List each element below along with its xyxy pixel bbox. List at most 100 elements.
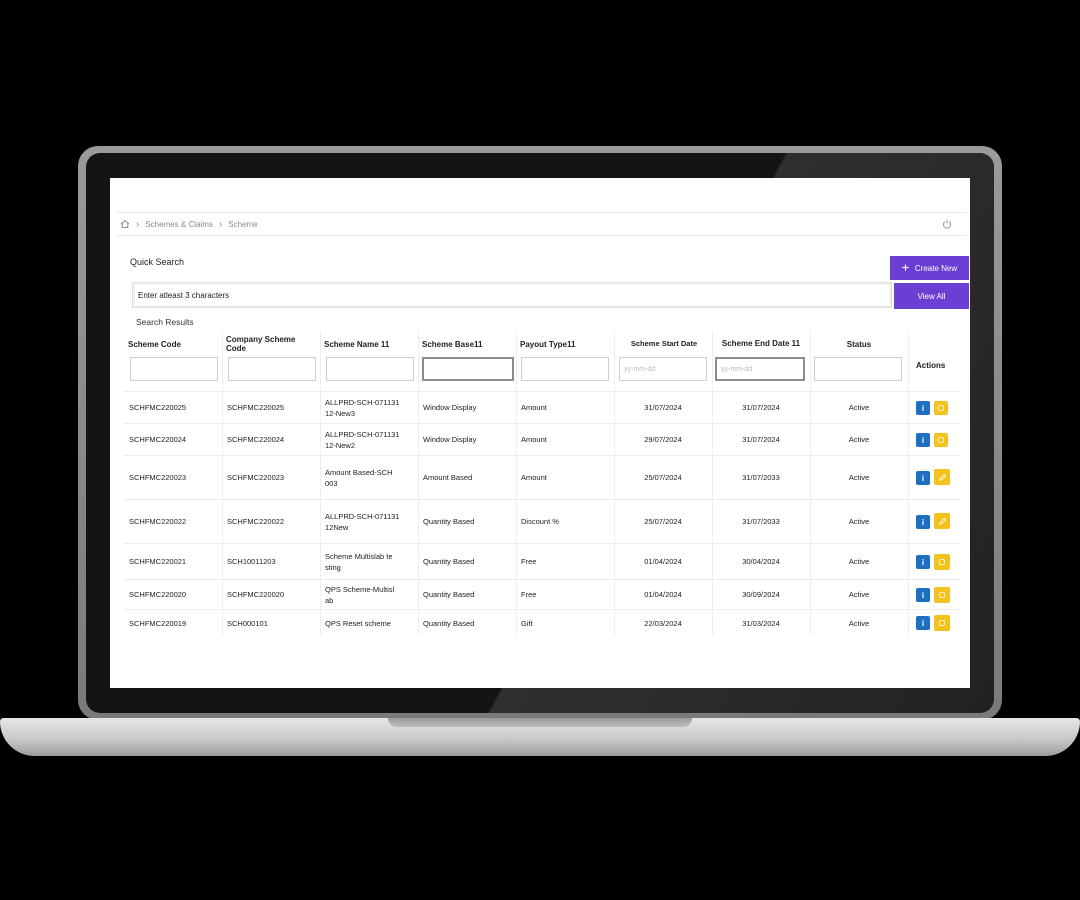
edit-icon[interactable] xyxy=(934,587,950,603)
filter-start-date-input[interactable] xyxy=(619,357,707,381)
filter-payout-type-input[interactable] xyxy=(521,357,609,381)
cell-scheme-name: Scheme Multislab te sting xyxy=(325,551,393,572)
table-row: SCHFMC220023 SCHFMC220023 Amount Based-S… xyxy=(124,455,960,499)
table-row: SCHFMC220025 SCHFMC220025 ALLPRD-SCH-071… xyxy=(124,391,960,423)
filter-scheme-code-input[interactable] xyxy=(130,357,218,381)
chevron-right-icon: › xyxy=(136,218,140,230)
laptop-notch xyxy=(388,718,692,727)
cell-company-scheme-code: SCHFMC220024 xyxy=(227,435,285,444)
table-row: SCHFMC220020 SCHFMC220020 QPS Scheme-Mul… xyxy=(124,579,960,609)
table-row: SCHFMC220019 SCH000101 QPS Reset scheme … xyxy=(124,609,960,636)
cell-scheme-name: ALLPRD-SCH-071131 12-New3 xyxy=(325,397,400,418)
cell-end-date: 31/07/2033 xyxy=(742,473,780,482)
cell-scheme-name: ALLPRD-SCH-071131 12New xyxy=(325,511,400,532)
edit-icon[interactable] xyxy=(934,554,950,570)
cell-payout-type: Free xyxy=(521,590,537,599)
cell-payout-type: Gift xyxy=(521,618,533,628)
cell-scheme-code: SCHFMC220020 xyxy=(129,590,187,599)
info-icon[interactable]: i xyxy=(916,555,930,569)
quick-search-input[interactable] xyxy=(132,282,892,308)
cell-scheme-base: Quantity Based xyxy=(423,618,475,628)
cell-scheme-base: Quantity Based xyxy=(423,557,475,566)
cell-company-scheme-code: SCH10011203 xyxy=(227,557,276,566)
filter-company-scheme-code-input[interactable] xyxy=(228,357,316,381)
cell-company-scheme-code: SCHFMC220020 xyxy=(227,590,285,599)
info-icon[interactable]: i xyxy=(916,401,930,415)
cell-scheme-base: Quantity Based xyxy=(423,517,475,526)
edit-icon[interactable] xyxy=(934,513,950,529)
cell-scheme-name: QPS Reset scheme xyxy=(325,618,391,628)
cell-scheme-code: SCHFMC220023 xyxy=(129,473,187,482)
status-badge: Active xyxy=(848,517,870,526)
cell-scheme-base: Quantity Based xyxy=(423,590,475,599)
cell-end-date: 31/07/2024 xyxy=(742,403,780,412)
cell-start-date: 01/04/2024 xyxy=(644,590,682,599)
chevron-right-icon: › xyxy=(218,218,223,230)
home-icon[interactable] xyxy=(120,219,130,229)
table-row: SCHFMC220024 SCHFMC220024 ALLPRD-SCH-071… xyxy=(124,423,960,455)
filter-end-date-input[interactable] xyxy=(715,357,805,381)
cell-end-date: 31/03/2024 xyxy=(742,618,780,628)
edit-icon[interactable] xyxy=(934,469,950,485)
info-icon[interactable]: i xyxy=(916,433,930,447)
cell-start-date: 22/03/2024 xyxy=(644,618,682,628)
cell-end-date: 31/07/2033 xyxy=(742,517,780,526)
cell-company-scheme-code: SCHFMC220023 xyxy=(227,473,285,482)
cell-scheme-code: SCHFMC220022 xyxy=(129,517,187,526)
info-icon[interactable]: i xyxy=(916,588,930,602)
cell-company-scheme-code: SCH000101 xyxy=(227,618,268,628)
info-icon[interactable]: i xyxy=(916,515,930,529)
cell-scheme-code: SCHFMC220019 xyxy=(129,618,187,628)
breadcrumb: › Schemes & Claims › Scheme xyxy=(116,212,966,236)
create-new-button[interactable]: Create New xyxy=(890,256,969,280)
edit-icon[interactable] xyxy=(934,401,948,415)
plus-icon xyxy=(902,263,909,273)
status-badge: Active xyxy=(848,590,870,599)
cell-scheme-base: Window Display xyxy=(423,403,477,412)
cell-start-date: 25/07/2024 xyxy=(644,473,682,482)
view-all-button[interactable]: View All xyxy=(894,283,969,309)
status-badge: Active xyxy=(848,557,870,566)
status-badge: Active xyxy=(848,403,870,412)
cell-start-date: 25/07/2024 xyxy=(644,517,682,526)
edit-icon[interactable] xyxy=(934,433,948,447)
cell-scheme-name: Amount Based-SCH 003 xyxy=(325,467,393,488)
cell-payout-type: Amount xyxy=(521,435,547,444)
app-screen: › Schemes & Claims › Scheme Quick Search… xyxy=(110,178,970,688)
table-row: SCHFMC220021 SCH10011203 Scheme Multisla… xyxy=(124,543,960,579)
cell-company-scheme-code: SCHFMC220025 xyxy=(227,403,285,412)
status-badge: Active xyxy=(848,473,870,482)
power-icon[interactable] xyxy=(942,219,952,229)
cell-start-date: 01/04/2024 xyxy=(644,557,682,566)
info-icon[interactable]: i xyxy=(916,471,930,485)
cell-start-date: 31/07/2024 xyxy=(644,403,682,412)
cell-scheme-code: SCHFMC220024 xyxy=(129,435,187,444)
filter-scheme-name-input[interactable] xyxy=(326,357,414,381)
create-new-label: Create New xyxy=(914,263,958,273)
cell-start-date: 29/07/2024 xyxy=(644,435,682,444)
cell-payout-type: Discount % xyxy=(521,517,559,526)
cell-scheme-code: SCHFMC220025 xyxy=(129,403,187,412)
cell-end-date: 30/04/2024 xyxy=(742,557,780,566)
cell-end-date: 30/09/2024 xyxy=(742,590,780,599)
cell-scheme-base: Window Display xyxy=(423,435,477,444)
info-icon[interactable]: i xyxy=(916,616,930,630)
filter-scheme-base-input[interactable] xyxy=(422,357,514,381)
quick-search-label: Quick Search xyxy=(130,257,185,267)
cell-scheme-name: ALLPRD-SCH-071131 12-New2 xyxy=(325,429,400,450)
cell-payout-type: Amount xyxy=(521,403,547,412)
table-row: SCHFMC220022 SCHFMC220022 ALLPRD-SCH-071… xyxy=(124,499,960,543)
cell-scheme-base: Amount Based xyxy=(423,473,473,482)
cell-payout-type: Amount xyxy=(521,473,547,482)
status-badge: Active xyxy=(848,618,870,628)
breadcrumb-item-scheme: Scheme xyxy=(228,219,258,229)
cell-payout-type: Free xyxy=(521,557,537,566)
cell-company-scheme-code: SCHFMC220022 xyxy=(227,517,285,526)
cell-scheme-name: QPS Scheme-Multisl ab xyxy=(325,584,395,605)
edit-icon[interactable] xyxy=(934,615,950,631)
cell-end-date: 31/07/2024 xyxy=(742,435,780,444)
status-badge: Active xyxy=(848,435,870,444)
breadcrumb-item-schemes-claims[interactable]: Schemes & Claims xyxy=(145,220,213,229)
cell-scheme-code: SCHFMC220021 xyxy=(129,557,187,566)
filter-status-input[interactable] xyxy=(814,357,902,381)
